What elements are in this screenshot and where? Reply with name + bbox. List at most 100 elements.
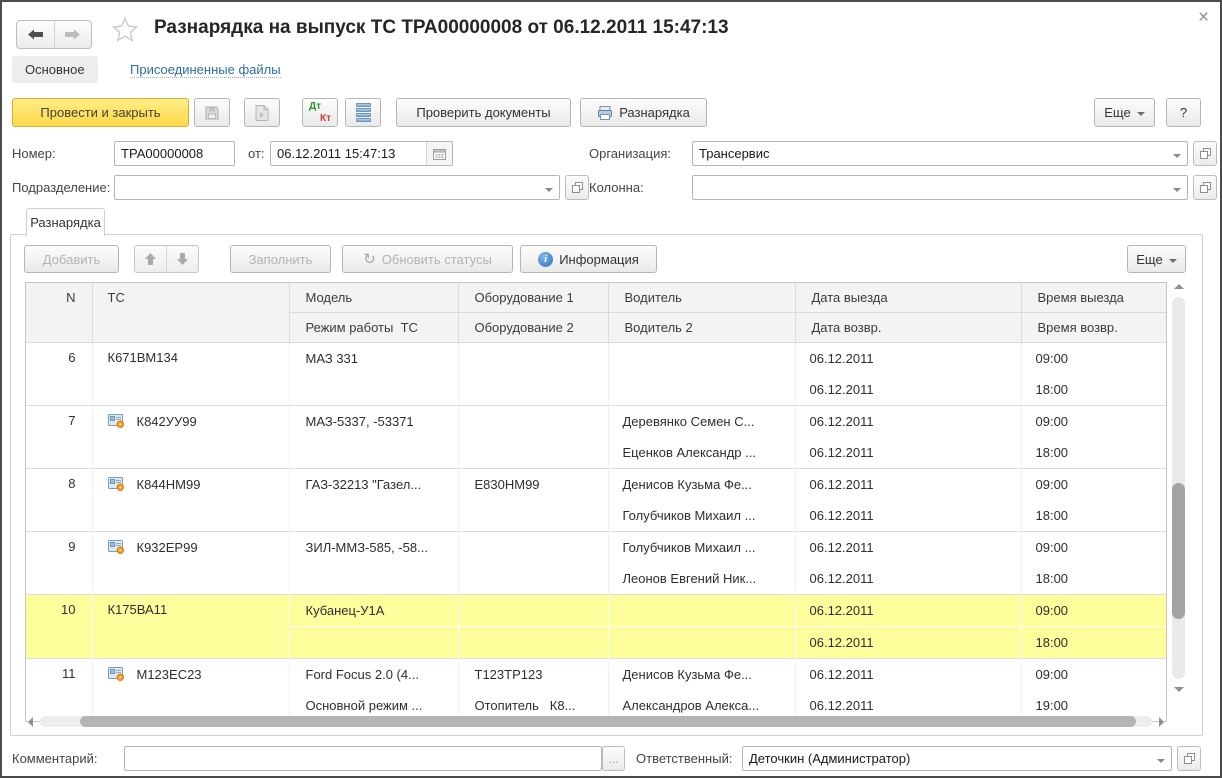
cell-num[interactable]: 8 bbox=[26, 469, 92, 532]
cell-driver1[interactable] bbox=[608, 595, 795, 627]
post-and-close-button[interactable]: Провести и закрыть bbox=[12, 98, 189, 127]
cell-mode[interactable] bbox=[289, 437, 458, 469]
chevron-down-icon[interactable] bbox=[1166, 176, 1187, 199]
chevron-down-icon[interactable] bbox=[1166, 142, 1187, 165]
cell-tc[interactable]: К842УУ99 bbox=[92, 406, 289, 469]
register-records-button[interactable] bbox=[345, 98, 381, 127]
col-header-date-out[interactable]: Дата выезда bbox=[795, 283, 1021, 313]
cell-time-ret[interactable]: 18:00 bbox=[1021, 437, 1166, 469]
scroll-left-icon[interactable] bbox=[28, 717, 33, 727]
cell-num[interactable]: 7 bbox=[26, 406, 92, 469]
comment-input[interactable] bbox=[124, 746, 602, 771]
cell-equip2[interactable] bbox=[458, 374, 608, 406]
department-combo[interactable] bbox=[114, 175, 560, 200]
col-header-mode[interactable]: Режим работы ТС bbox=[289, 313, 458, 343]
cell-mode[interactable] bbox=[289, 500, 458, 532]
cell-equip1[interactable] bbox=[458, 595, 608, 627]
cell-date-out[interactable]: 06.12.2011 bbox=[795, 343, 1021, 375]
cell-equip1[interactable] bbox=[458, 343, 608, 375]
scroll-up-icon[interactable] bbox=[1174, 284, 1184, 289]
col-header-time-ret[interactable]: Время возвр. bbox=[1021, 313, 1166, 343]
cell-time-ret[interactable]: 18:00 bbox=[1021, 627, 1166, 659]
cell-mode[interactable] bbox=[289, 374, 458, 406]
organization-combo[interactable]: Трансервис bbox=[692, 141, 1188, 166]
cell-num[interactable]: 11 bbox=[26, 659, 92, 722]
number-input[interactable] bbox=[114, 141, 235, 166]
horizontal-scroll-thumb[interactable] bbox=[80, 716, 1136, 727]
cell-date-out[interactable]: 06.12.2011 bbox=[795, 532, 1021, 564]
cell-model[interactable]: ЗИЛ-ММЗ-585, -58... bbox=[289, 532, 458, 564]
cell-num[interactable]: 6 bbox=[26, 343, 92, 406]
print-raznaryadka-button[interactable]: Разнарядка bbox=[580, 98, 707, 127]
cell-date-ret[interactable]: 06.12.2011 bbox=[795, 627, 1021, 659]
date-field[interactable]: 06.12.2011 15:47:13 bbox=[270, 141, 453, 166]
col-header-time-out[interactable]: Время выезда bbox=[1021, 283, 1166, 313]
responsible-open-button[interactable] bbox=[1177, 746, 1201, 771]
cell-date-out[interactable]: 06.12.2011 bbox=[795, 469, 1021, 501]
cell-driver2[interactable]: Голубчиков Михаил ... bbox=[608, 500, 795, 532]
cell-driver1[interactable]: Денисов Кузьма Фе... bbox=[608, 659, 795, 691]
cell-model[interactable]: МАЗ-5337, -53371 bbox=[289, 406, 458, 438]
cell-equip2[interactable] bbox=[458, 437, 608, 469]
favorite-star-icon[interactable] bbox=[112, 17, 138, 47]
close-icon[interactable]: × bbox=[1198, 7, 1209, 29]
cell-driver2[interactable] bbox=[608, 627, 795, 659]
cell-tc[interactable]: К932ЕР99 bbox=[92, 532, 289, 595]
cell-driver2[interactable]: Леонов Евгений Ник... bbox=[608, 563, 795, 595]
comment-expand-button[interactable]: ... bbox=[602, 746, 625, 771]
scroll-right-icon[interactable] bbox=[1159, 717, 1164, 727]
more-button[interactable]: Еще bbox=[1094, 98, 1155, 127]
col-header-equip2[interactable]: Оборудование 2 bbox=[458, 313, 608, 343]
cell-date-ret[interactable]: 06.12.2011 bbox=[795, 500, 1021, 532]
cell-tc[interactable]: К671ВМ134 bbox=[92, 343, 289, 406]
forward-button[interactable] bbox=[55, 21, 92, 48]
chevron-down-icon[interactable] bbox=[538, 176, 559, 199]
cell-date-out[interactable]: 06.12.2011 bbox=[795, 659, 1021, 691]
move-down-button[interactable] bbox=[167, 246, 198, 272]
cell-date-ret[interactable]: 06.12.2011 bbox=[795, 563, 1021, 595]
refresh-statuses-button[interactable]: ↻ Обновить статусы bbox=[342, 245, 513, 273]
cell-date-ret[interactable]: 06.12.2011 bbox=[795, 437, 1021, 469]
save-button[interactable] bbox=[194, 98, 230, 127]
col-header-model[interactable]: Модель bbox=[289, 283, 458, 313]
col-header-driver2[interactable]: Водитель 2 bbox=[608, 313, 795, 343]
col-header-date-ret[interactable]: Дата возвр. bbox=[795, 313, 1021, 343]
cell-equip1[interactable]: Е830НМ99 bbox=[458, 469, 608, 501]
horizontal-scroll-track[interactable] bbox=[40, 716, 1152, 727]
cell-time-ret[interactable]: 18:00 bbox=[1021, 563, 1166, 595]
cell-model[interactable]: Ford Focus 2.0 (4... bbox=[289, 659, 458, 691]
col-header-driver1[interactable]: Водитель bbox=[608, 283, 795, 313]
cell-equip2[interactable] bbox=[458, 627, 608, 659]
cell-driver2[interactable] bbox=[608, 374, 795, 406]
cell-model[interactable]: ГАЗ-32213 "Газел... bbox=[289, 469, 458, 501]
check-documents-button[interactable]: Проверить документы bbox=[396, 98, 571, 127]
cell-time-out[interactable]: 09:00 bbox=[1021, 659, 1166, 691]
cell-mode[interactable] bbox=[289, 563, 458, 595]
vertical-scroll-track[interactable] bbox=[1172, 297, 1185, 679]
col-header-equip1[interactable]: Оборудование 1 bbox=[458, 283, 608, 313]
cell-time-out[interactable]: 09:00 bbox=[1021, 469, 1166, 501]
cell-time-ret[interactable]: 18:00 bbox=[1021, 500, 1166, 532]
cell-model[interactable]: МАЗ 331 bbox=[289, 343, 458, 375]
cell-time-out[interactable]: 09:00 bbox=[1021, 595, 1166, 627]
responsible-combo[interactable]: Деточкин (Администратор) bbox=[742, 746, 1172, 771]
cell-tc[interactable]: М123ЕС23 bbox=[92, 659, 289, 722]
department-open-button[interactable] bbox=[565, 175, 589, 200]
tab-raznaryadka[interactable]: Разнарядка bbox=[26, 208, 105, 236]
cell-driver1[interactable]: Денисов Кузьма Фе... bbox=[608, 469, 795, 501]
cell-equip2[interactable] bbox=[458, 500, 608, 532]
cell-model[interactable]: Кубанец-У1А bbox=[289, 595, 458, 627]
cell-time-out[interactable]: 09:00 bbox=[1021, 406, 1166, 438]
col-header-num[interactable]: N bbox=[26, 283, 92, 343]
cell-mode[interactable] bbox=[289, 627, 458, 659]
scroll-down-icon[interactable] bbox=[1174, 687, 1184, 692]
cell-equip1[interactable] bbox=[458, 406, 608, 438]
cell-driver1[interactable] bbox=[608, 343, 795, 375]
help-button[interactable]: ? bbox=[1166, 98, 1201, 127]
back-button[interactable] bbox=[17, 21, 55, 48]
cell-time-out[interactable]: 09:00 bbox=[1021, 343, 1166, 375]
cell-driver2[interactable]: Еценков Александр ... bbox=[608, 437, 795, 469]
cell-tc[interactable]: К844НМ99 bbox=[92, 469, 289, 532]
column-open-button[interactable] bbox=[1193, 175, 1217, 200]
col-header-tc[interactable]: ТС bbox=[92, 283, 289, 343]
